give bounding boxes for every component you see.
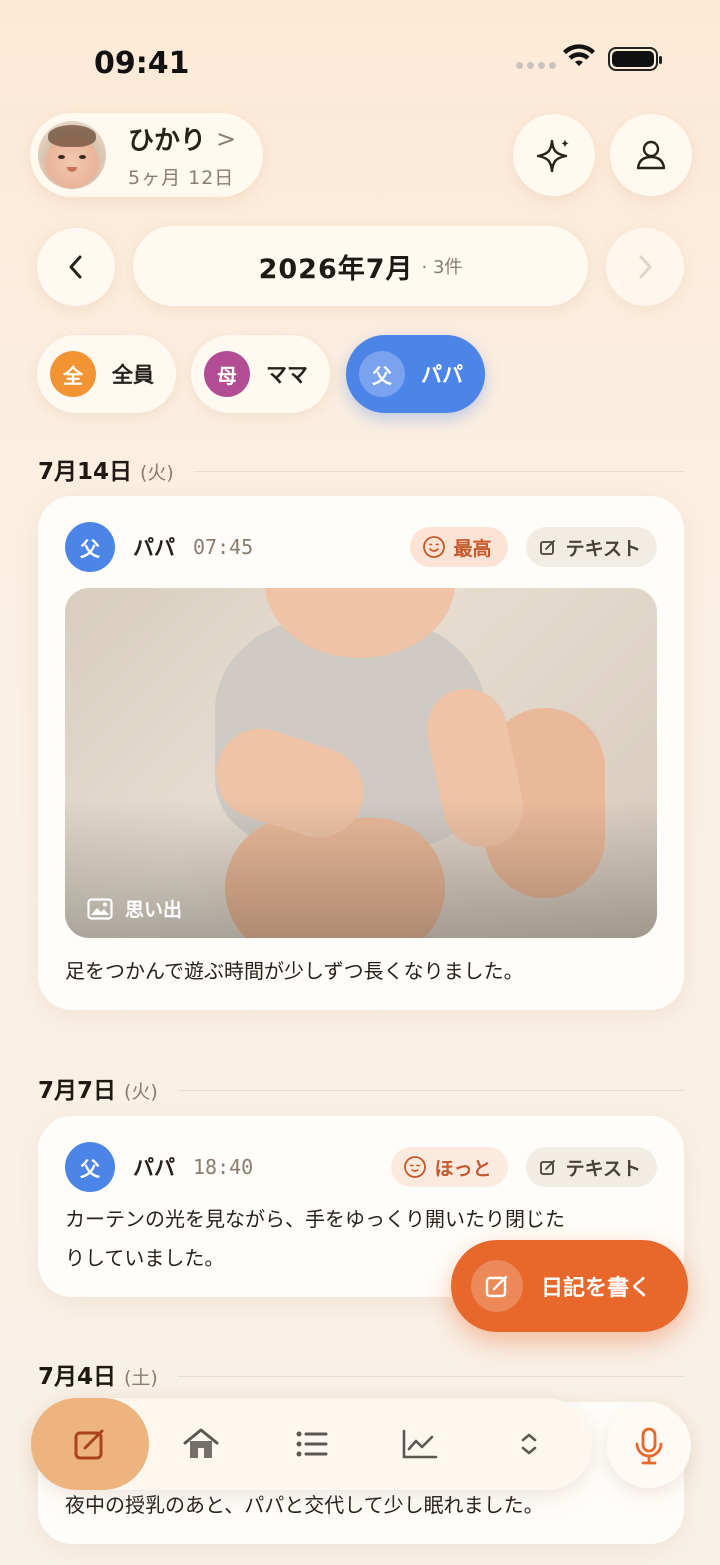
person-icon [636,140,666,170]
filter-mama-chip[interactable]: 母 ママ [191,335,330,413]
date-header: 7月7日 (火) [38,1071,684,1105]
cellular-icon [516,62,556,69]
sparkle-icon [536,139,569,173]
date-header: 7月14日 (火) [38,452,684,486]
filter-mama-label: ママ [266,363,308,387]
tab-home[interactable] [177,1420,225,1468]
relief-icon [403,1156,426,1178]
date-label: 7月7日 [38,1078,117,1104]
month-selector[interactable]: 2026年7月 · 3件 [133,226,588,306]
type-tag: テキスト [525,1147,657,1187]
smile-icon [422,536,445,558]
child-name: ひかり [128,126,207,156]
chevron-right-icon: > [216,124,237,153]
memory-label: 思い出 [87,895,182,922]
entry-time: 07:45 [193,535,254,559]
author-badge: 父 [65,522,115,572]
mood-tag: ほっと [390,1147,508,1187]
type-tag: テキスト [525,527,657,567]
prev-month-button[interactable] [37,228,115,306]
filter-all-label: 全員 [112,363,154,387]
papa-badge: 父 [359,351,405,397]
tab-compose[interactable] [31,1398,149,1490]
mood-label: ほっと [434,1157,492,1180]
edit-icon [539,1160,555,1175]
tab-stats[interactable] [396,1420,444,1468]
entry-text: 足をつかんで遊ぶ時間が少しずつ長くなりました。 [65,959,524,983]
account-button[interactable] [610,114,692,196]
next-month-button[interactable] [606,228,684,306]
compose-icon [485,1275,508,1298]
mood-label: 最高 [453,537,492,560]
list-icon [296,1431,328,1457]
entry-text: 夜中の授乳のあと、パパと交代して少し眠れました。 [65,1493,544,1517]
compose-icon [74,1429,104,1460]
image-icon [87,897,113,920]
month-title: 2026年7月 [258,253,414,285]
write-diary-label: 日記を書く [541,1276,652,1301]
author-name: パパ [133,536,175,560]
entry-count: · 3件 [421,257,463,278]
mood-tag: 最高 [409,527,508,567]
baby-photo[interactable]: 思い出 [65,588,657,938]
home-icon [183,1428,219,1458]
all-badge: 全 [50,351,96,397]
edit-icon [539,540,555,555]
date-header: 7月4日 (土) [38,1357,684,1391]
author-name: パパ [133,1156,175,1180]
wifi-icon [563,44,595,66]
diary-entry-card[interactable]: 父 パパ 07:45 最高 テキスト 思い出 足をつかんで遊ぶ時間が少しずつ長く… [38,496,684,1010]
weekday-label: (土) [124,1367,158,1389]
chevron-right-icon [639,255,652,279]
tab-more[interactable] [505,1420,553,1468]
child-age: 5ヶ月 12日 [128,167,235,189]
write-diary-button[interactable]: 日記を書く [451,1240,688,1332]
expand-icon [521,1433,537,1455]
entry-time: 18:40 [193,1155,254,1179]
filter-papa-label: パパ [421,363,463,387]
divider [193,471,684,472]
voice-input-button[interactable] [607,1404,691,1488]
filter-papa-chip[interactable]: 父 パパ [346,335,485,413]
date-label: 7月14日 [38,459,133,485]
chart-icon [402,1429,438,1459]
weekday-label: (火) [140,462,174,484]
chevron-left-icon [69,255,82,279]
battery-icon [608,47,662,71]
type-label: テキスト [565,537,641,560]
status-time: 09:41 [94,46,190,81]
child-profile-button[interactable]: ひかり > 5ヶ月 12日 [30,113,263,197]
tab-list[interactable] [288,1420,336,1468]
divider [177,1376,684,1377]
mama-badge: 母 [204,351,250,397]
ai-sparkle-button[interactable] [513,114,595,196]
filter-all-chip[interactable]: 全 全員 [37,335,176,413]
divider [177,1090,684,1091]
status-bar: 09:41 [0,0,720,110]
type-label: テキスト [565,1157,641,1180]
microphone-icon [635,1427,663,1465]
weekday-label: (火) [124,1081,158,1103]
author-badge: 父 [65,1142,115,1192]
date-label: 7月4日 [38,1364,117,1390]
child-avatar [38,121,106,189]
